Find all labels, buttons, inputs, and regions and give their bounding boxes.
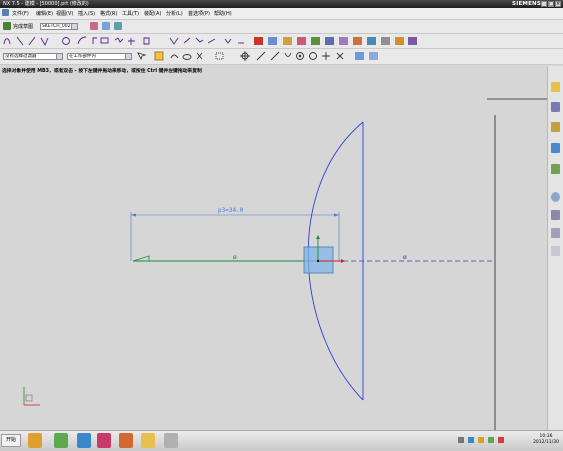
orient-view-icon[interactable] bbox=[90, 22, 98, 30]
menu-insert[interactable]: 插入(S) bbox=[78, 10, 95, 17]
title-bar: NX 7.5 - 建模 - [50000].prt (修改的) SIEMENS … bbox=[0, 0, 563, 8]
status-prompt: 选择对象并使用 MB3，或者双击 - 按下左键并拖动来移动，或按住 Ctrl 键… bbox=[0, 66, 547, 75]
menu-bar: 文件(F) 编辑(E) 视图(V) 插入(S) 格式(R) 工具(T) 装配(A… bbox=[0, 8, 563, 20]
brand-logo: SIEMENS bbox=[512, 1, 541, 7]
taskbar-app-5[interactable] bbox=[119, 433, 133, 448]
menu-view[interactable]: 视图(V) bbox=[56, 10, 73, 17]
constraint-navigator-icon[interactable] bbox=[551, 102, 560, 112]
taskbar-app-nx[interactable] bbox=[97, 433, 111, 448]
finish-sketch-label[interactable]: 完成草图 bbox=[13, 23, 33, 30]
taskbar-app-1[interactable] bbox=[28, 433, 42, 448]
chevron-down-icon bbox=[56, 54, 62, 59]
menu-file[interactable]: 文件(F) bbox=[12, 10, 29, 17]
selection-scope-select[interactable]: 在工作部件内 bbox=[67, 53, 132, 60]
snap-point-icons[interactable] bbox=[135, 49, 395, 64]
close-button[interactable]: × bbox=[555, 1, 561, 7]
menu-format[interactable]: 格式(R) bbox=[100, 10, 117, 17]
menu-assembly[interactable]: 装配(A) bbox=[144, 10, 161, 17]
part-navigator-icon[interactable] bbox=[551, 122, 560, 132]
selection-scope-value: 在工作部件内 bbox=[69, 54, 96, 59]
sketch-name-select[interactable]: SKETCH_002 bbox=[40, 23, 78, 30]
view-triad-box bbox=[25, 394, 33, 402]
selection-toolbar: 没有选择过滤器 在工作部件内 bbox=[0, 49, 563, 65]
origin-point bbox=[316, 259, 320, 263]
assembly-navigator-icon[interactable] bbox=[551, 82, 560, 92]
selection-filter-select[interactable]: 没有选择过滤器 bbox=[3, 53, 63, 60]
menu-preferences[interactable]: 首选项(P) bbox=[188, 10, 210, 17]
reattach-icon[interactable] bbox=[102, 22, 110, 30]
minimize-button[interactable]: _ bbox=[541, 1, 547, 7]
menu-analysis[interactable]: 分析(L) bbox=[166, 10, 183, 17]
sketch-toolbar: 完成草图 SKETCH_002 bbox=[0, 20, 563, 34]
menu-help[interactable]: 帮助(H) bbox=[214, 10, 232, 17]
taskbar: 开始 10:36 2012/11/30 bbox=[0, 430, 563, 451]
maximize-button[interactable]: □ bbox=[548, 1, 554, 7]
y-arrow-icon bbox=[316, 235, 320, 239]
taskbar-app-3[interactable] bbox=[77, 433, 91, 448]
system-tray-icons[interactable] bbox=[458, 437, 518, 445]
window-title: NX 7.5 - 建模 - [50000].prt (修改的) bbox=[3, 1, 89, 7]
status-message: 选择对象并使用 MB3，或者双击 - 按下左键并拖动来移动，或按住 Ctrl 键… bbox=[2, 69, 202, 74]
hd3d-tools-icon[interactable] bbox=[551, 164, 560, 174]
parallel-constraint-symbol: ø bbox=[233, 254, 237, 261]
sketch-name-value: SKETCH_002 bbox=[42, 24, 71, 29]
system-materials-icon[interactable] bbox=[551, 210, 560, 220]
clock[interactable]: 10:36 2012/11/30 bbox=[533, 434, 559, 446]
reference-constraint-symbol: ø bbox=[403, 254, 407, 261]
line-end-marker bbox=[132, 255, 150, 262]
history-icon[interactable] bbox=[551, 192, 560, 202]
resource-bar bbox=[547, 66, 563, 430]
app-menu-icon[interactable] bbox=[2, 9, 9, 16]
update-model-icon[interactable] bbox=[114, 22, 122, 30]
start-label: 开始 bbox=[5, 437, 16, 443]
finish-sketch-icon[interactable] bbox=[3, 22, 11, 30]
graphics-window[interactable]: p3=34.0 ø ø bbox=[0, 75, 547, 430]
chevron-down-icon bbox=[125, 54, 131, 59]
clock-date: 2012/11/30 bbox=[533, 440, 559, 445]
menu-edit[interactable]: 编辑(E) bbox=[36, 10, 53, 17]
reuse-library-icon[interactable] bbox=[551, 143, 560, 153]
selection-filter-value: 没有选择过滤器 bbox=[5, 54, 37, 59]
x-arrow-icon bbox=[341, 259, 345, 263]
roles-icon[interactable] bbox=[551, 246, 560, 256]
menu-tools[interactable]: 工具(T) bbox=[122, 10, 139, 17]
curve-tool-icons[interactable] bbox=[0, 34, 563, 48]
taskbar-app-explorer[interactable] bbox=[141, 433, 155, 448]
dimension-label[interactable]: p3=34.0 bbox=[218, 207, 244, 214]
process-studio-icon[interactable] bbox=[551, 228, 560, 238]
taskbar-app-2[interactable] bbox=[54, 433, 68, 448]
curve-toolbar bbox=[0, 34, 563, 49]
start-button[interactable]: 开始 bbox=[1, 434, 21, 447]
chevron-down-icon bbox=[71, 24, 77, 29]
taskbar-app-7[interactable] bbox=[164, 433, 178, 448]
